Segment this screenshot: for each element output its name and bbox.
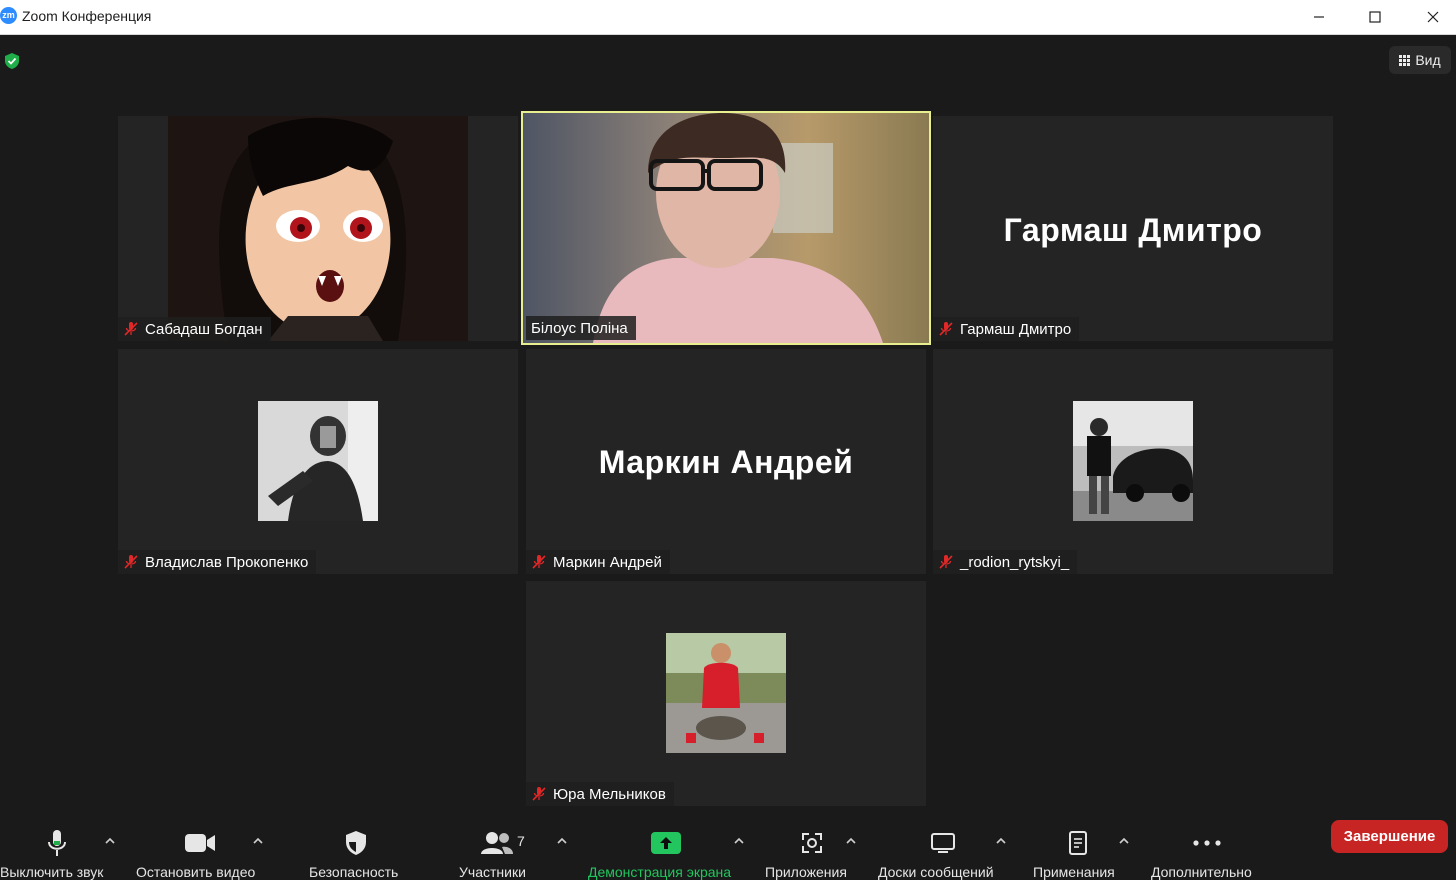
stop-video-label: Остановить видео <box>136 864 256 880</box>
participant-name-label: _rodion_rytskyi_ <box>933 550 1078 574</box>
more-label: Дополнительно <box>1151 864 1252 880</box>
participant-name: Гармаш Дмитро <box>960 320 1072 338</box>
participant-name: Маркин Андрей <box>553 553 662 571</box>
participant-name-label: Сабадаш Богдан <box>118 317 271 341</box>
chevron-up-icon[interactable] <box>995 836 1007 846</box>
mute-button[interactable]: Выключить звук <box>0 818 130 880</box>
apps-icon <box>802 833 822 853</box>
mute-label: Выключить звук <box>0 864 104 880</box>
participant-name: Юра Мельников <box>553 785 666 803</box>
video-tile[interactable]: Владислав Прокопенко <box>118 349 518 574</box>
view-label: Вид <box>1415 52 1441 68</box>
chevron-up-icon[interactable] <box>733 836 745 846</box>
minimize-button[interactable] <box>1296 0 1342 34</box>
participant-name: _rodion_rytskyi_ <box>960 553 1070 571</box>
chevron-up-icon[interactable] <box>104 836 116 846</box>
participant-big-name: Гармаш Дмитро <box>1003 212 1263 248</box>
security-label: Безопасность <box>309 864 399 880</box>
participant-name: Владислав Прокопенко <box>145 553 309 571</box>
participant-name-label: Юра Мельников <box>526 782 674 806</box>
more-button[interactable]: Дополнительно <box>1150 818 1265 880</box>
video-tile[interactable]: Сабадаш Богдан <box>118 116 518 341</box>
maximize-icon <box>1369 11 1381 23</box>
muted-mic-icon <box>532 787 546 801</box>
video-tile[interactable]: Гармаш Дмитро Гармаш Дмитро <box>933 116 1333 341</box>
apps-label: Приложения <box>765 864 847 880</box>
participant-name: Сабадаш Богдан <box>145 320 263 338</box>
participant-name-label: Білоус Поліна <box>526 316 636 340</box>
muted-mic-icon <box>939 555 953 569</box>
participants-count: 7 <box>517 833 525 849</box>
security-button[interactable]: Безопасность <box>305 818 415 880</box>
share-screen-icon <box>651 832 681 854</box>
participant-video-image <box>523 113 929 343</box>
avatar-photo <box>1073 401 1193 521</box>
more-dots-icon <box>1193 840 1221 846</box>
end-meeting-button[interactable]: Завершение <box>1331 820 1448 853</box>
chevron-up-icon[interactable] <box>252 836 264 846</box>
whiteboards-label: Доски сообщений <box>878 864 994 880</box>
minimize-icon <box>1314 16 1324 18</box>
chevron-up-icon[interactable] <box>1118 836 1130 846</box>
notes-button[interactable]: Применания <box>1032 818 1132 880</box>
participant-name-label: Владислав Прокопенко <box>118 550 317 574</box>
avatar-photo <box>666 633 786 753</box>
shield-check-icon[interactable] <box>3 52 21 70</box>
apps-button[interactable]: Приложения <box>765 818 860 880</box>
participant-video-image <box>168 116 468 341</box>
microphone-icon <box>48 830 66 856</box>
participants-icon <box>481 832 513 854</box>
participant-name-label: Маркин Андрей <box>526 550 670 574</box>
zoom-app-icon: zm <box>0 7 17 24</box>
grid-icon <box>1399 54 1411 66</box>
share-screen-button[interactable]: Демонстрация экрана <box>588 818 748 880</box>
share-screen-label: Демонстрация экрана <box>588 864 732 880</box>
whiteboard-icon <box>931 833 955 853</box>
maximize-button[interactable] <box>1352 0 1398 34</box>
view-button[interactable]: Вид <box>1389 46 1451 74</box>
video-tile[interactable]: Маркин Андрей Маркин Андрей <box>526 349 926 574</box>
muted-mic-icon <box>939 322 953 336</box>
notes-icon <box>1069 831 1087 855</box>
avatar-photo <box>258 401 378 521</box>
stop-video-button[interactable]: Остановить видео <box>134 818 264 880</box>
avatar <box>258 401 378 521</box>
avatar <box>1073 401 1193 521</box>
muted-mic-icon <box>124 322 138 336</box>
video-tile-active-speaker[interactable]: Білоус Поліна <box>521 111 931 345</box>
participant-name: Білоус Поліна <box>531 319 628 337</box>
shield-icon <box>346 831 366 855</box>
participant-big-name: Маркин Андрей <box>598 444 854 480</box>
muted-mic-icon <box>532 555 546 569</box>
participants-label: Участники <box>459 864 526 880</box>
video-tile[interactable]: _rodion_rytskyi_ <box>933 349 1333 574</box>
notes-label: Применания <box>1033 864 1115 880</box>
participant-name-label: Гармаш Дмитро <box>933 317 1080 341</box>
muted-mic-icon <box>124 555 138 569</box>
close-button[interactable] <box>1410 0 1456 34</box>
window-title: Zoom Конференция <box>22 8 152 24</box>
whiteboards-button[interactable]: Доски сообщений <box>877 818 1012 880</box>
avatar <box>666 633 786 753</box>
video-camera-icon <box>185 834 215 852</box>
chevron-up-icon[interactable] <box>556 836 568 846</box>
close-icon <box>1427 11 1439 23</box>
chevron-up-icon[interactable] <box>845 836 857 846</box>
participants-button[interactable]: 7 Участники <box>455 818 545 880</box>
meeting-toolbar: Выключить звук Остановить видео Безопасн… <box>0 818 1456 880</box>
window-title-bar: zm Zoom Конференция <box>0 0 1456 35</box>
video-tile[interactable]: Юра Мельников <box>526 581 926 806</box>
